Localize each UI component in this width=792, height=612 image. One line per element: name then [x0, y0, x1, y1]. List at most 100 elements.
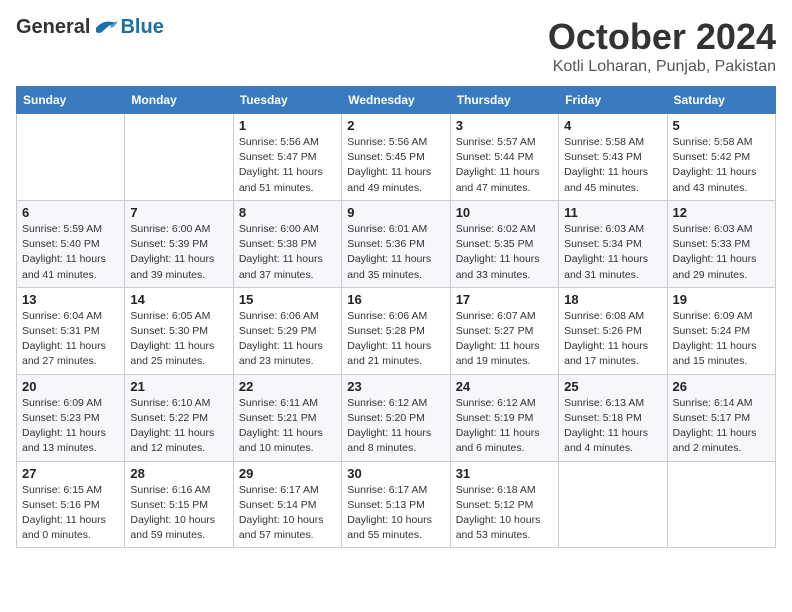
- calendar-col-header: Friday: [559, 87, 667, 114]
- cell-info: Sunrise: 6:06 AM Sunset: 5:28 PM Dayligh…: [347, 309, 444, 370]
- day-number: 16: [347, 292, 444, 307]
- day-number: 20: [22, 379, 119, 394]
- calendar-body: 1 Sunrise: 5:56 AM Sunset: 5:47 PM Daylig…: [17, 114, 776, 548]
- calendar-cell: 2 Sunrise: 5:56 AM Sunset: 5:45 PM Daylig…: [342, 114, 450, 201]
- calendar-cell: [125, 114, 233, 201]
- day-number: 27: [22, 466, 119, 481]
- cell-info: Sunrise: 6:09 AM Sunset: 5:24 PM Dayligh…: [673, 309, 770, 370]
- calendar-week-row: 6Sunrise: 5:59 AM Sunset: 5:40 PM Daylig…: [17, 200, 776, 287]
- cell-info: Sunrise: 6:01 AM Sunset: 5:36 PM Dayligh…: [347, 222, 444, 283]
- day-number: 13: [22, 292, 119, 307]
- day-number: 26: [673, 379, 770, 394]
- cell-info: Sunrise: 6:13 AM Sunset: 5:18 PM Dayligh…: [564, 396, 661, 457]
- calendar-cell: 21 Sunrise: 6:10 AM Sunset: 5:22 PM Dayli…: [125, 374, 233, 461]
- calendar-cell: 16 Sunrise: 6:06 AM Sunset: 5:28 PM Dayli…: [342, 287, 450, 374]
- calendar-cell: 27 Sunrise: 6:15 AM Sunset: 5:16 PM Dayli…: [17, 461, 125, 548]
- day-number: 14: [130, 292, 227, 307]
- cell-info: Sunrise: 6:17 AM Sunset: 5:13 PM Dayligh…: [347, 483, 444, 544]
- cell-info: Sunrise: 6:08 AM Sunset: 5:26 PM Dayligh…: [564, 309, 661, 370]
- calendar-cell: 26 Sunrise: 6:14 AM Sunset: 5:17 PM Dayli…: [667, 374, 775, 461]
- cell-info: Sunrise: 6:09 AM Sunset: 5:23 PM Dayligh…: [22, 396, 119, 457]
- cell-info: Sunrise: 6:18 AM Sunset: 5:12 PM Dayligh…: [456, 483, 553, 544]
- cell-info: Sunrise: 5:56 AM Sunset: 5:45 PM Dayligh…: [347, 135, 444, 196]
- day-number: 12: [673, 205, 770, 220]
- cell-info: Sunrise: 5:59 AM Sunset: 5:40 PM Dayligh…: [22, 222, 119, 283]
- calendar-header: SundayMondayTuesdayWednesdayThursdayFrid…: [17, 87, 776, 114]
- day-number: 17: [456, 292, 553, 307]
- calendar-col-header: Sunday: [17, 87, 125, 114]
- cell-info: Sunrise: 5:58 AM Sunset: 5:43 PM Dayligh…: [564, 135, 661, 196]
- calendar-col-header: Thursday: [450, 87, 558, 114]
- day-number: 21: [130, 379, 227, 394]
- day-number: 4: [564, 118, 661, 133]
- calendar-cell: 6Sunrise: 5:59 AM Sunset: 5:40 PM Daylig…: [17, 200, 125, 287]
- day-number: 2: [347, 118, 444, 133]
- cell-info: Sunrise: 6:17 AM Sunset: 5:14 PM Dayligh…: [239, 483, 336, 544]
- cell-info: Sunrise: 6:05 AM Sunset: 5:30 PM Dayligh…: [130, 309, 227, 370]
- day-number: 3: [456, 118, 553, 133]
- calendar-cell: 3Sunrise: 5:57 AM Sunset: 5:44 PM Daylig…: [450, 114, 558, 201]
- cell-info: Sunrise: 6:12 AM Sunset: 5:19 PM Dayligh…: [456, 396, 553, 457]
- cell-info: Sunrise: 6:07 AM Sunset: 5:27 PM Dayligh…: [456, 309, 553, 370]
- cell-info: Sunrise: 6:15 AM Sunset: 5:16 PM Dayligh…: [22, 483, 119, 544]
- cell-info: Sunrise: 6:06 AM Sunset: 5:29 PM Dayligh…: [239, 309, 336, 370]
- calendar-week-row: 13 Sunrise: 6:04 AM Sunset: 5:31 PM Dayli…: [17, 287, 776, 374]
- cell-info: Sunrise: 6:16 AM Sunset: 5:15 PM Dayligh…: [130, 483, 227, 544]
- cell-info: Sunrise: 6:12 AM Sunset: 5:20 PM Dayligh…: [347, 396, 444, 457]
- calendar-cell: 9 Sunrise: 6:01 AM Sunset: 5:36 PM Daylig…: [342, 200, 450, 287]
- logo: General Blue: [16, 16, 164, 39]
- day-number: 8: [239, 205, 336, 220]
- cell-info: Sunrise: 5:58 AM Sunset: 5:42 PM Dayligh…: [673, 135, 770, 196]
- calendar-week-row: 1 Sunrise: 5:56 AM Sunset: 5:47 PM Daylig…: [17, 114, 776, 201]
- day-number: 24: [456, 379, 553, 394]
- cell-info: Sunrise: 6:00 AM Sunset: 5:39 PM Dayligh…: [130, 222, 227, 283]
- day-number: 23: [347, 379, 444, 394]
- day-number: 28: [130, 466, 227, 481]
- calendar-cell: 17 Sunrise: 6:07 AM Sunset: 5:27 PM Dayli…: [450, 287, 558, 374]
- calendar-week-row: 20 Sunrise: 6:09 AM Sunset: 5:23 PM Dayli…: [17, 374, 776, 461]
- day-number: 30: [347, 466, 444, 481]
- calendar-cell: 8Sunrise: 6:00 AM Sunset: 5:38 PM Daylig…: [233, 200, 341, 287]
- cell-info: Sunrise: 6:03 AM Sunset: 5:33 PM Dayligh…: [673, 222, 770, 283]
- calendar-cell: 10 Sunrise: 6:02 AM Sunset: 5:35 PM Dayli…: [450, 200, 558, 287]
- logo-blue: Blue: [120, 16, 163, 39]
- calendar-cell: 19 Sunrise: 6:09 AM Sunset: 5:24 PM Dayli…: [667, 287, 775, 374]
- calendar-cell: 5Sunrise: 5:58 AM Sunset: 5:42 PM Daylig…: [667, 114, 775, 201]
- title-block: October 2024 Kotli Loharan, Punjab, Paki…: [548, 16, 776, 76]
- cell-info: Sunrise: 6:03 AM Sunset: 5:34 PM Dayligh…: [564, 222, 661, 283]
- day-number: 9: [347, 205, 444, 220]
- day-number: 22: [239, 379, 336, 394]
- calendar-cell: 31 Sunrise: 6:18 AM Sunset: 5:12 PM Dayli…: [450, 461, 558, 548]
- cell-info: Sunrise: 6:02 AM Sunset: 5:35 PM Dayligh…: [456, 222, 553, 283]
- cell-info: Sunrise: 6:11 AM Sunset: 5:21 PM Dayligh…: [239, 396, 336, 457]
- calendar-cell: 12 Sunrise: 6:03 AM Sunset: 5:33 PM Dayli…: [667, 200, 775, 287]
- day-number: 31: [456, 466, 553, 481]
- day-number: 7: [130, 205, 227, 220]
- calendar-week-row: 27 Sunrise: 6:15 AM Sunset: 5:16 PM Dayli…: [17, 461, 776, 548]
- day-number: 10: [456, 205, 553, 220]
- logo-bird-icon: [92, 18, 120, 38]
- calendar-cell: 7 Sunrise: 6:00 AM Sunset: 5:39 PM Daylig…: [125, 200, 233, 287]
- calendar-cell: 1 Sunrise: 5:56 AM Sunset: 5:47 PM Daylig…: [233, 114, 341, 201]
- cell-info: Sunrise: 6:14 AM Sunset: 5:17 PM Dayligh…: [673, 396, 770, 457]
- calendar-cell: 15 Sunrise: 6:06 AM Sunset: 5:29 PM Dayli…: [233, 287, 341, 374]
- calendar-cell: [559, 461, 667, 548]
- cell-info: Sunrise: 5:56 AM Sunset: 5:47 PM Dayligh…: [239, 135, 336, 196]
- calendar-cell: 22 Sunrise: 6:11 AM Sunset: 5:21 PM Dayli…: [233, 374, 341, 461]
- day-number: 19: [673, 292, 770, 307]
- day-number: 1: [239, 118, 336, 133]
- calendar-col-header: Monday: [125, 87, 233, 114]
- calendar-cell: 30 Sunrise: 6:17 AM Sunset: 5:13 PM Dayli…: [342, 461, 450, 548]
- day-number: 15: [239, 292, 336, 307]
- calendar-cell: 11Sunrise: 6:03 AM Sunset: 5:34 PM Dayli…: [559, 200, 667, 287]
- calendar-cell: [667, 461, 775, 548]
- calendar-col-header: Tuesday: [233, 87, 341, 114]
- calendar-col-header: Wednesday: [342, 87, 450, 114]
- day-number: 25: [564, 379, 661, 394]
- day-number: 18: [564, 292, 661, 307]
- calendar-col-header: Saturday: [667, 87, 775, 114]
- cell-info: Sunrise: 6:10 AM Sunset: 5:22 PM Dayligh…: [130, 396, 227, 457]
- calendar-cell: 13 Sunrise: 6:04 AM Sunset: 5:31 PM Dayli…: [17, 287, 125, 374]
- calendar-cell: 24 Sunrise: 6:12 AM Sunset: 5:19 PM Dayli…: [450, 374, 558, 461]
- cell-info: Sunrise: 6:04 AM Sunset: 5:31 PM Dayligh…: [22, 309, 119, 370]
